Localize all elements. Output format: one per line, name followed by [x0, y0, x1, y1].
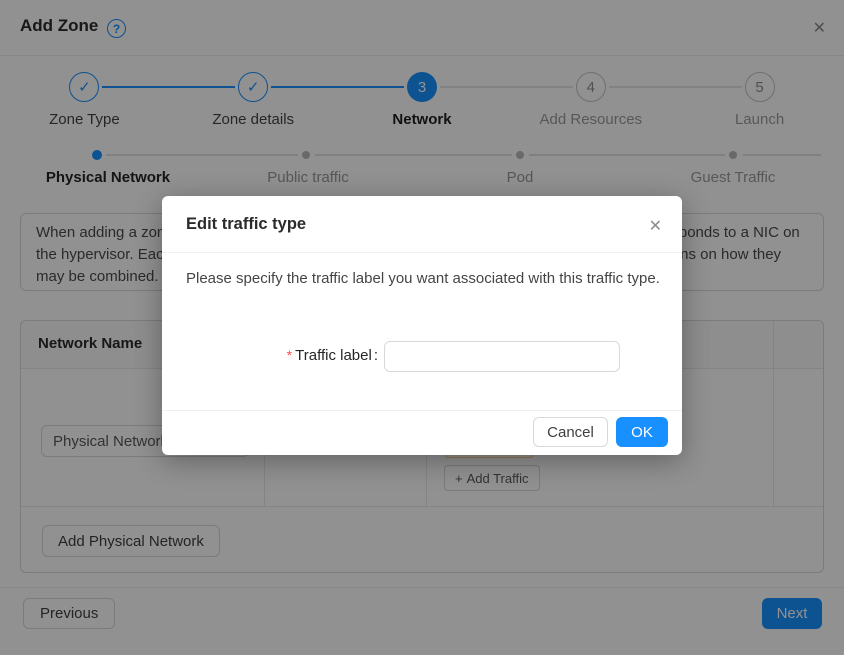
ok-button[interactable]: OK: [616, 417, 668, 447]
label-colon: :: [374, 347, 378, 364]
dialog-header: Edit traffic type ✕: [162, 196, 682, 253]
dialog-footer-divider: [162, 410, 682, 411]
traffic-label-text: Traffic label: [295, 347, 372, 364]
dialog-title: Edit traffic type: [186, 215, 306, 234]
edit-traffic-type-dialog: Edit traffic type ✕ Please specify the t…: [162, 196, 682, 455]
cancel-button[interactable]: Cancel: [533, 417, 608, 447]
traffic-label-input[interactable]: [384, 341, 620, 372]
add-zone-wizard: Add Zone ? ✕ ✓ Zone Type ✓ Zone details …: [0, 0, 844, 655]
required-mark: *: [287, 347, 292, 363]
dialog-message: Please specify the traffic label you wan…: [186, 267, 660, 290]
dialog-close-icon[interactable]: ✕: [649, 216, 662, 236]
traffic-label-form-label: *Traffic label:: [162, 347, 378, 364]
